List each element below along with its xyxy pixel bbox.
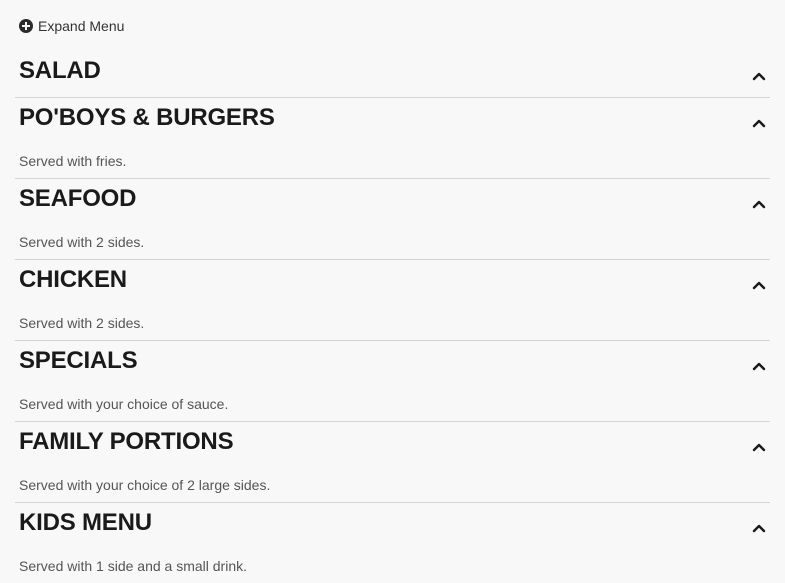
chevron-up-icon[interactable]: [752, 440, 766, 454]
expand-menu-button[interactable]: Expand Menu: [18, 17, 124, 35]
section-title: PO'BOYS & BURGERS: [19, 104, 275, 131]
section-subtitle: Served with your choice of sauce.: [19, 396, 229, 412]
section-specials[interactable]: SPECIALS Served with your choice of sauc…: [15, 341, 770, 422]
section-subtitle: Served with 2 sides.: [19, 315, 145, 331]
section-family-portions[interactable]: FAMILY PORTIONS Served with your choice …: [15, 422, 770, 503]
section-salad[interactable]: SALAD: [15, 51, 770, 98]
chevron-up-icon[interactable]: [752, 197, 766, 211]
chevron-up-icon[interactable]: [752, 69, 766, 83]
section-chicken[interactable]: CHICKEN Served with 2 sides.: [15, 260, 770, 341]
chevron-up-icon[interactable]: [752, 278, 766, 292]
section-subtitle: Served with your choice of 2 large sides…: [19, 477, 271, 493]
section-kids-menu[interactable]: KIDS MENU Served with 1 side and a small…: [15, 503, 770, 583]
section-subtitle: Served with 1 side and a small drink.: [19, 558, 247, 574]
section-title: SPECIALS: [19, 347, 138, 374]
section-title: KIDS MENU: [19, 509, 152, 536]
section-subtitle: Served with fries.: [19, 153, 127, 169]
plus-circle-icon: [19, 19, 33, 33]
section-title: SEAFOOD: [19, 185, 137, 212]
section-seafood[interactable]: SEAFOOD Served with 2 sides.: [15, 179, 770, 260]
chevron-up-icon[interactable]: [752, 116, 766, 130]
section-subtitle: Served with 2 sides.: [19, 234, 145, 250]
section-title: FAMILY PORTIONS: [19, 428, 234, 455]
section-title: SALAD: [19, 57, 101, 84]
section-title: CHICKEN: [19, 266, 127, 293]
menu-section-list: SALAD PO'BOYS & BURGERS Served with frie…: [15, 51, 770, 583]
section-poboys-burgers[interactable]: PO'BOYS & BURGERS Served with fries.: [15, 98, 770, 179]
chevron-up-icon[interactable]: [752, 359, 766, 373]
expand-menu-label: Expand Menu: [38, 18, 125, 34]
chevron-up-icon[interactable]: [752, 521, 766, 535]
